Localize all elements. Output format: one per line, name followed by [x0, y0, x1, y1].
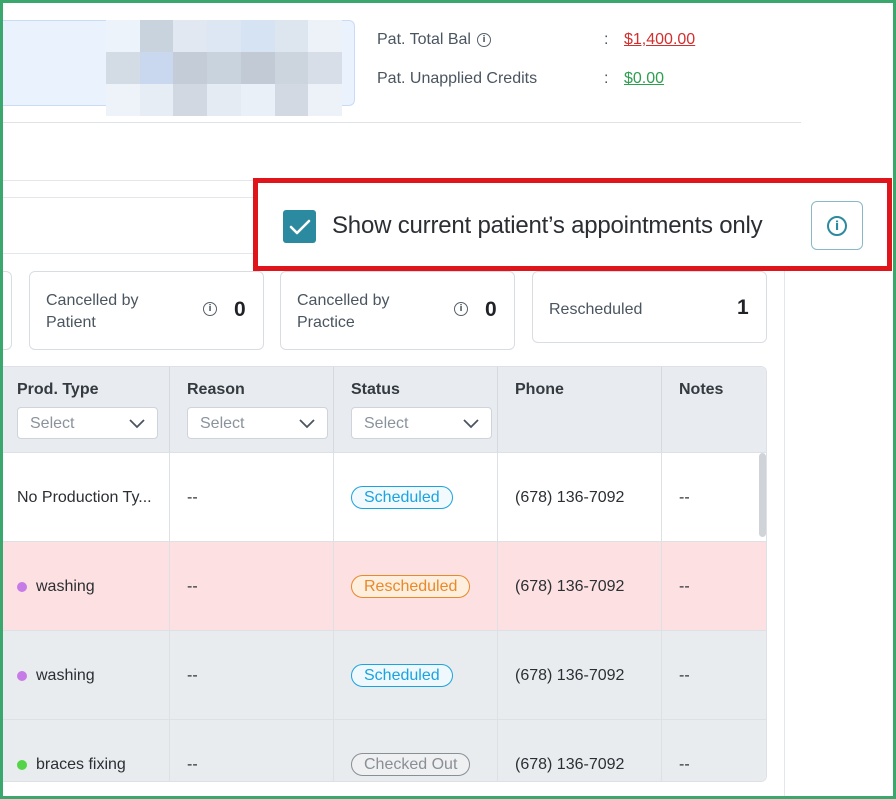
chevron-down-icon: [299, 419, 315, 429]
info-icon: i: [827, 215, 847, 236]
column-prod-type: Prod. Type Select: [0, 367, 170, 452]
stat-card-cancelled-by-practice[interactable]: Cancelled by Practice i 0: [280, 271, 515, 350]
column-title: Status: [351, 381, 400, 398]
column-title: Phone: [515, 381, 564, 398]
panel-border: [784, 180, 785, 799]
total-balance-row: Pat. Total Bal i : $1,400.00: [377, 29, 695, 51]
notes-cell: --: [662, 631, 766, 720]
notes-text: --: [679, 666, 690, 684]
column-title: Reason: [187, 381, 245, 398]
prod-type-cell: braces fixing: [0, 720, 170, 781]
chevron-down-icon: [463, 419, 479, 429]
colon: :: [604, 31, 609, 48]
current-patient-checkbox[interactable]: [283, 210, 316, 243]
column-title: Prod. Type: [17, 381, 99, 398]
select-placeholder: Select: [364, 415, 409, 432]
reason-cell: --: [170, 720, 334, 781]
prod-type-text: washing: [36, 666, 95, 684]
phone-text: (678) 136-7092: [515, 488, 625, 506]
phone-cell: (678) 136-7092: [498, 542, 662, 631]
prod-type-color-dot: [17, 581, 27, 592]
status-badge: Scheduled: [351, 486, 453, 509]
appointments-table: Prod. Type Select Reason Select Status S…: [0, 366, 767, 782]
notes-cell: --: [662, 453, 766, 542]
info-icon[interactable]: i: [454, 302, 468, 316]
stat-label: Cancelled by Practice: [297, 292, 390, 331]
prod-type-color-dot: [17, 759, 27, 770]
checkmark-icon: [289, 219, 310, 234]
table-scrollbar[interactable]: [759, 453, 766, 537]
prod-type-text: No Production Ty...: [17, 488, 152, 506]
reason-text: --: [187, 666, 198, 684]
total-balance-value[interactable]: $1,400.00: [624, 31, 695, 49]
table-header: Prod. Type Select Reason Select Status S…: [0, 367, 766, 452]
info-icon[interactable]: i: [476, 33, 491, 47]
phone-cell: (678) 136-7092: [498, 453, 662, 542]
notes-cell: --: [662, 720, 766, 781]
unapplied-credits-value[interactable]: $0.00: [624, 70, 664, 88]
status-badge: Scheduled: [351, 664, 453, 687]
status-filter-select[interactable]: Select: [351, 407, 492, 439]
stat-label: Cancelled by Patient: [46, 292, 139, 331]
prod-type-text: washing: [36, 577, 95, 595]
prod-type-cell: washing: [0, 631, 170, 720]
phone-text: (678) 136-7092: [515, 577, 625, 595]
phone-text: (678) 136-7092: [515, 755, 625, 773]
unapplied-credits-label: Pat. Unapplied Credits: [377, 70, 538, 87]
blurred-patient-info: [106, 20, 342, 116]
prod-type-color-dot: [17, 670, 27, 681]
prod-type-cell: washing: [0, 542, 170, 631]
total-balance-label: Pat. Total Bal: [377, 31, 471, 48]
phone-cell: (678) 136-7092: [498, 631, 662, 720]
stat-value: 0: [485, 298, 497, 321]
column-notes: Notes: [662, 367, 766, 452]
phone-text: (678) 136-7092: [515, 666, 625, 684]
notes-text: --: [679, 577, 690, 595]
reason-cell: --: [170, 542, 334, 631]
chevron-down-icon: [129, 419, 145, 429]
stat-value: 1: [737, 296, 749, 319]
notes-cell: --: [662, 542, 766, 631]
reason-cell: --: [170, 631, 334, 720]
status-badge: Checked Out: [351, 753, 471, 776]
stat-value: 0: [234, 298, 246, 321]
info-icon[interactable]: i: [203, 302, 217, 316]
divider: [0, 122, 801, 123]
table-row[interactable]: No Production Ty... -- Scheduled (678) 1…: [0, 452, 766, 542]
colon: :: [604, 70, 609, 87]
table-row[interactable]: washing -- Scheduled (678) 136-7092 --: [0, 630, 766, 720]
select-placeholder: Select: [200, 415, 245, 432]
reason-filter-select[interactable]: Select: [187, 407, 328, 439]
stat-label: Rescheduled: [549, 301, 643, 318]
reason-cell: --: [170, 453, 334, 542]
column-reason: Reason Select: [170, 367, 334, 452]
table-row[interactable]: washing -- Rescheduled (678) 136-7092 --: [0, 541, 766, 631]
unapplied-credits-row: Pat. Unapplied Credits : $0.00: [377, 68, 664, 90]
checkbox-label[interactable]: Show current patient’s appointments only: [332, 212, 763, 240]
status-cell: Scheduled: [334, 453, 498, 542]
status-cell: Rescheduled: [334, 542, 498, 631]
reason-text: --: [187, 577, 198, 595]
status-badge: Rescheduled: [351, 575, 471, 598]
info-button[interactable]: i: [811, 201, 863, 250]
column-status: Status Select: [334, 367, 498, 452]
column-phone: Phone: [498, 367, 662, 452]
status-cell: Checked Out: [334, 720, 498, 781]
notes-text: --: [679, 755, 690, 773]
status-cell: Scheduled: [334, 631, 498, 720]
table-row[interactable]: braces fixing -- Checked Out (678) 136-7…: [0, 719, 766, 781]
reason-text: --: [187, 488, 198, 506]
stat-card-partial: [0, 271, 12, 350]
notes-text: --: [679, 488, 690, 506]
phone-cell: (678) 136-7092: [498, 720, 662, 781]
prod-type-filter-select[interactable]: Select: [17, 407, 158, 439]
stat-card-cancelled-by-patient[interactable]: Cancelled by Patient i 0: [29, 271, 264, 350]
stat-card-rescheduled[interactable]: Rescheduled 1: [532, 271, 767, 343]
prod-type-cell: No Production Ty...: [0, 453, 170, 542]
select-placeholder: Select: [30, 415, 75, 432]
column-title: Notes: [679, 381, 724, 398]
reason-text: --: [187, 755, 198, 773]
prod-type-text: braces fixing: [36, 755, 126, 773]
